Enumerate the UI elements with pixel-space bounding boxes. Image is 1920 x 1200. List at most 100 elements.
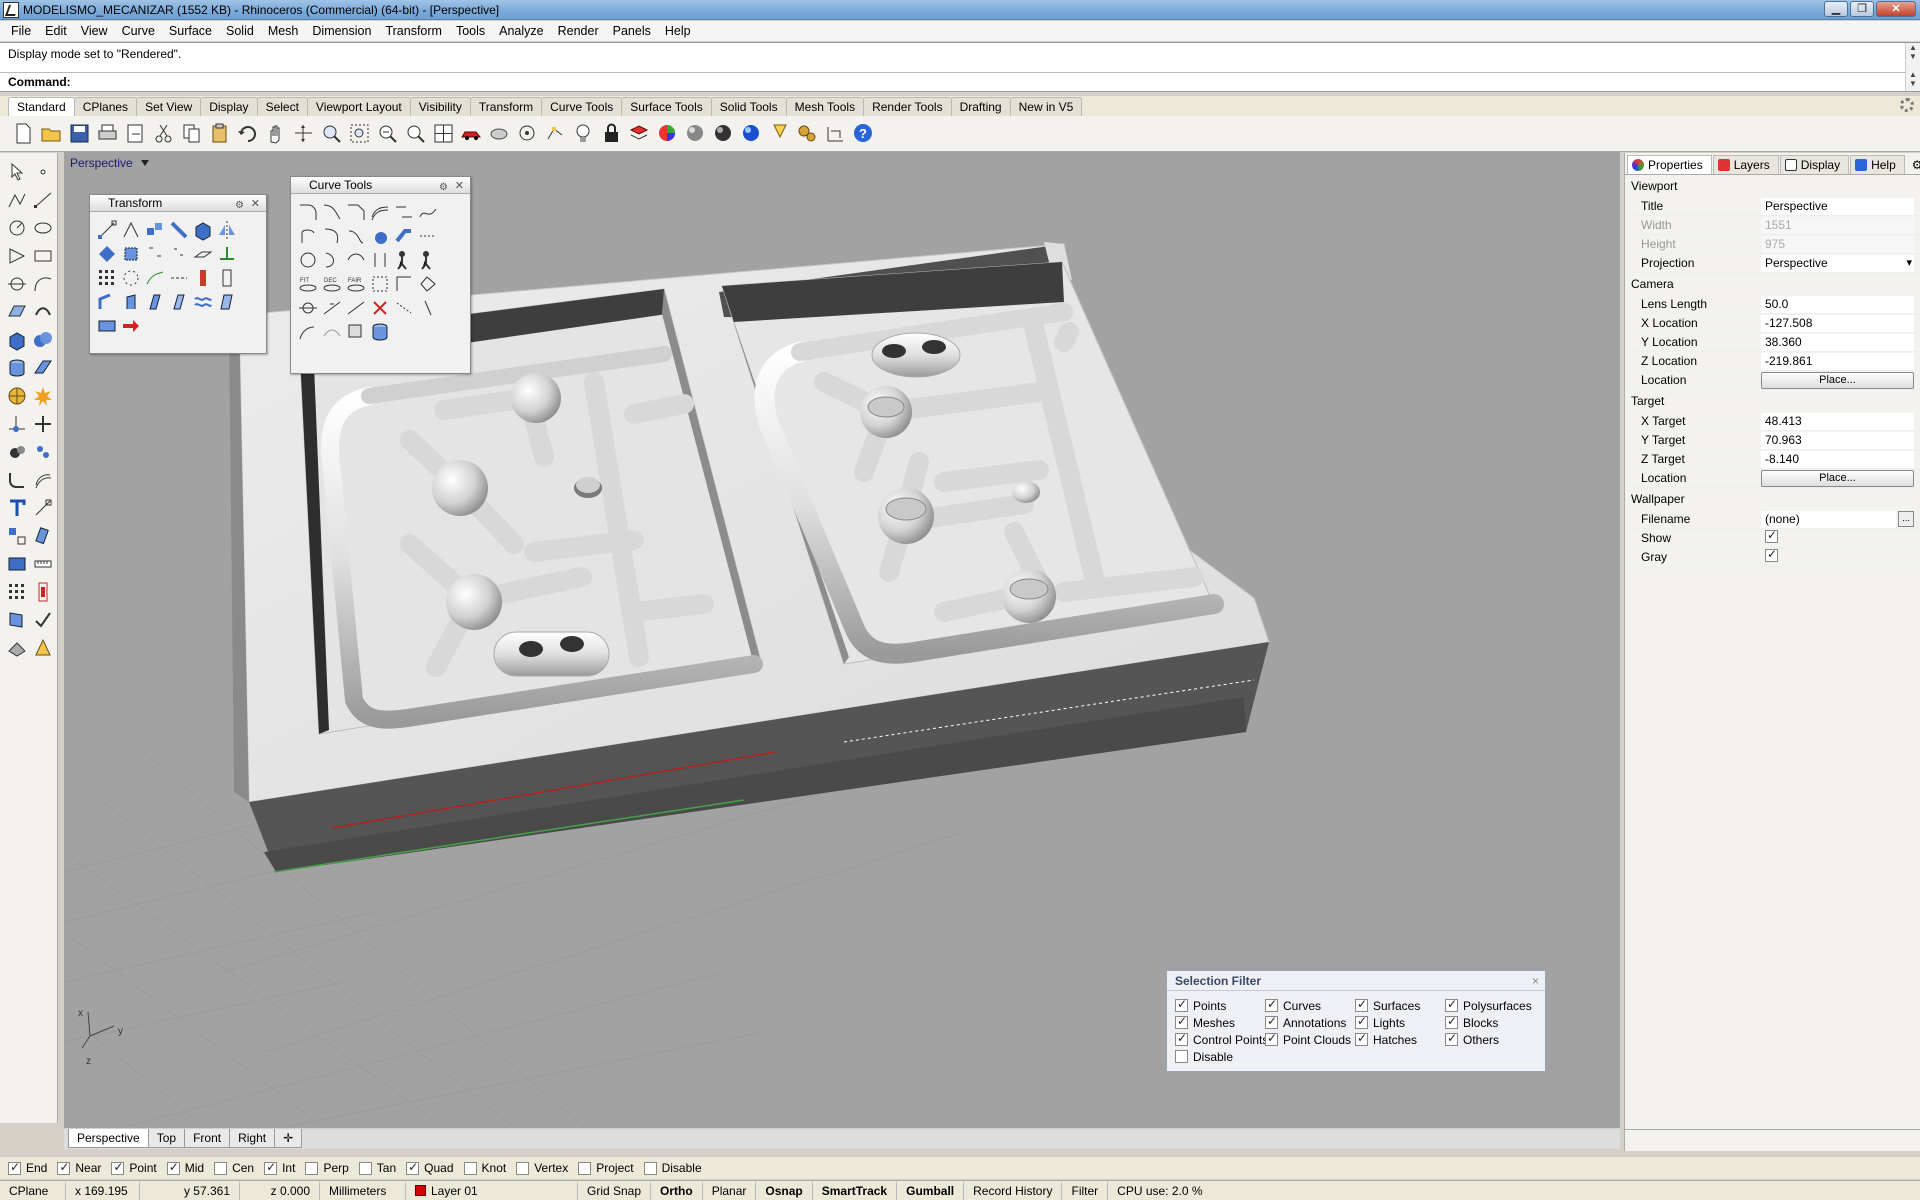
spotlight-icon[interactable]: [768, 122, 791, 145]
fillet-icon[interactable]: [6, 469, 28, 491]
polar-array-icon[interactable]: [120, 267, 142, 289]
filter-points-checkbox[interactable]: [1175, 997, 1188, 1012]
light-cone-icon[interactable]: [32, 637, 54, 659]
cage-edit-icon[interactable]: [216, 291, 238, 313]
tab-visibility[interactable]: Visibility: [409, 97, 471, 116]
four-viewports-icon[interactable]: [432, 122, 455, 145]
paste-icon[interactable]: [208, 122, 231, 145]
osnap-project-checkbox[interactable]: [578, 1161, 592, 1175]
status-cplane[interactable]: CPlane: [0, 1181, 66, 1200]
filter-disable-checkbox[interactable]: [1175, 1050, 1188, 1063]
polygon-curve-icon[interactable]: [417, 273, 439, 295]
panel-tab-display[interactable]: Display: [1779, 155, 1850, 174]
stretch-tool-icon[interactable]: [168, 291, 190, 313]
curve-boolean-icon[interactable]: [297, 249, 319, 271]
osnap-knot-checkbox[interactable]: [463, 1161, 477, 1175]
filter-annotations[interactable]: Annotations: [1265, 1014, 1351, 1031]
align-tool-icon[interactable]: [144, 243, 166, 265]
panel-close-icon[interactable]: ✕: [455, 178, 464, 194]
tab-display[interactable]: Display: [200, 97, 258, 116]
status-ortho[interactable]: Ortho: [651, 1181, 703, 1200]
analyze-icon[interactable]: [6, 609, 28, 631]
offset-curve-icon[interactable]: [369, 201, 391, 223]
osnap-point-checkbox[interactable]: [111, 1160, 125, 1175]
extrude-icon[interactable]: [32, 357, 54, 379]
boolean-union-icon[interactable]: [32, 329, 54, 351]
status-osnap[interactable]: Osnap: [756, 1181, 813, 1200]
array-curve-icon[interactable]: [144, 267, 166, 289]
tab-select[interactable]: Select: [256, 97, 308, 116]
menu-dimension[interactable]: Dimension: [305, 24, 378, 38]
filter-lights[interactable]: Lights: [1355, 1014, 1420, 1031]
panel-tab-help[interactable]: Help: [1850, 155, 1905, 174]
pan-hand-icon[interactable]: [264, 122, 287, 145]
cylinder-tool-icon[interactable]: [369, 321, 391, 343]
osnap-near-checkbox[interactable]: [57, 1160, 71, 1175]
curvature-icon[interactable]: [321, 321, 343, 343]
taper-tool-icon[interactable]: [216, 267, 238, 289]
copy-tool-icon[interactable]: [120, 219, 142, 241]
blend-curve-icon[interactable]: [321, 201, 343, 223]
curve-from-cross-section-icon[interactable]: [321, 225, 343, 247]
explode-icon[interactable]: [32, 385, 54, 407]
orient-tool-icon[interactable]: [96, 243, 118, 265]
menu-transform[interactable]: Transform: [378, 24, 449, 38]
dashed-line-icon[interactable]: [417, 225, 439, 247]
select-arrow-icon[interactable]: [6, 161, 28, 183]
command-scrollbar[interactable]: ▲ ▼ ▲ ▼: [1905, 43, 1920, 91]
cylinder-icon[interactable]: [6, 357, 28, 379]
status-smarttrack[interactable]: SmartTrack: [813, 1181, 898, 1200]
menu-mesh[interactable]: Mesh: [261, 24, 306, 38]
osnap-vertex[interactable]: Vertex: [516, 1161, 568, 1175]
command-input[interactable]: Command:: [0, 72, 1905, 92]
add-knot-icon[interactable]: [393, 297, 415, 319]
move-tool-icon[interactable]: [96, 219, 118, 241]
prop-x-target-input[interactable]: 48.413: [1761, 412, 1914, 430]
scale-icon[interactable]: [32, 581, 54, 603]
group-icon[interactable]: [32, 441, 54, 463]
filter-blocks[interactable]: Blocks: [1445, 1014, 1532, 1031]
menu-render[interactable]: Render: [551, 24, 606, 38]
osnap-point[interactable]: Point: [111, 1160, 157, 1175]
filter-hatches-checkbox[interactable]: [1355, 1031, 1368, 1046]
rebuild-curve-icon[interactable]: [321, 249, 343, 271]
trim-icon[interactable]: [6, 413, 28, 435]
prop-lens-length-input[interactable]: 50.0: [1761, 295, 1914, 313]
ellipse-icon[interactable]: [32, 217, 54, 239]
curve-icon[interactable]: [32, 273, 54, 295]
filter-points[interactable]: Points: [1175, 997, 1268, 1014]
osnap-disable-checkbox[interactable]: [643, 1161, 657, 1175]
surface-edge-icon[interactable]: [32, 301, 54, 323]
prop-projection-select[interactable]: Perspective: [1761, 254, 1914, 272]
bend-tool-icon[interactable]: [192, 267, 214, 289]
wallpaper-gray-checkbox[interactable]: [1765, 547, 1778, 562]
osnap-vertex-checkbox[interactable]: [516, 1161, 530, 1175]
close-button[interactable]: ✕: [1876, 1, 1916, 17]
connect-curve-icon[interactable]: [393, 201, 415, 223]
panel-options-gear-icon[interactable]: ⚙: [1906, 156, 1920, 174]
rectangle-icon[interactable]: [32, 245, 54, 267]
set-points-tool-icon[interactable]: [216, 243, 238, 265]
osnap-mid[interactable]: Mid: [166, 1160, 204, 1175]
prop-title-input[interactable]: Perspective: [1761, 197, 1914, 215]
menu-file[interactable]: File: [4, 24, 38, 38]
person-edit-icon[interactable]: [417, 249, 439, 271]
viewport-tab-right[interactable]: Right: [229, 1129, 276, 1148]
filter-annotations-checkbox[interactable]: [1265, 1014, 1278, 1029]
new-file-icon[interactable]: [12, 122, 35, 145]
handlebar-icon[interactable]: [297, 297, 319, 319]
pipe-tool-icon[interactable]: [393, 225, 415, 247]
menu-view[interactable]: View: [74, 24, 115, 38]
shade-icon[interactable]: [488, 122, 511, 145]
filter-meshes-checkbox[interactable]: [1175, 1014, 1188, 1029]
filter-point-clouds[interactable]: Point Clouds: [1265, 1031, 1351, 1048]
ruler-icon[interactable]: [32, 553, 54, 575]
filter-control-points[interactable]: Control Points: [1175, 1031, 1268, 1048]
osnap-near[interactable]: Near: [57, 1160, 101, 1175]
panel-options-gear-icon[interactable]: ⚙: [439, 180, 448, 196]
light-bulb-icon[interactable]: [572, 122, 595, 145]
osnap-tan[interactable]: Tan: [358, 1161, 396, 1175]
osnap-disable[interactable]: Disable: [643, 1161, 702, 1175]
polyline-icon[interactable]: [6, 189, 28, 211]
environment-sphere-icon[interactable]: [740, 122, 763, 145]
